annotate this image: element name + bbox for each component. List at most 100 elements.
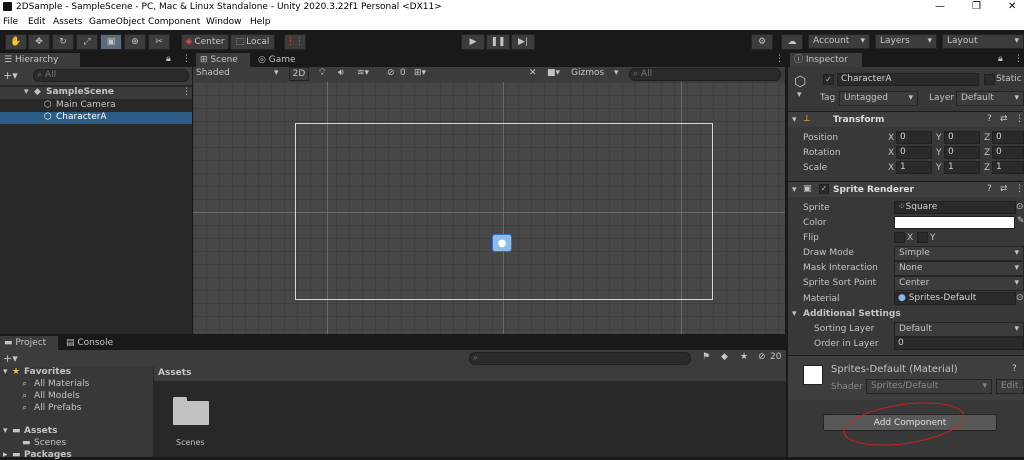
menu-window[interactable]: Window (206, 17, 242, 27)
object-name-input[interactable]: CharacterA (837, 73, 979, 86)
favorite-icon[interactable]: ★ (740, 352, 748, 362)
scale-x-field[interactable]: 1 (896, 161, 932, 174)
account-dropdown[interactable]: Account ▾ (808, 34, 870, 49)
rotation-y-field[interactable]: 0 (944, 146, 980, 159)
position-y-field[interactable]: 0 (944, 131, 980, 144)
shader-dropdown[interactable]: Sprites/Default ▾ (866, 379, 992, 394)
list-item-selected[interactable]: ⬡ CharacterA (0, 112, 192, 124)
grid-settings-icon[interactable]: ⊞▾ (414, 68, 426, 78)
menu-assets[interactable]: Assets (53, 17, 82, 27)
grid-snap-icon[interactable]: ⋮⋮ (284, 34, 306, 50)
hidden-packages-icon[interactable]: ⊘ (758, 352, 766, 362)
layout-dropdown[interactable]: Layout ▾ (942, 34, 1024, 49)
lighting-icon[interactable]: 💡︎ (319, 68, 325, 78)
camera-gizmo-icon[interactable]: ● (492, 234, 512, 252)
scene-viewport[interactable]: ● (193, 82, 785, 334)
gizmos-dropdown[interactable]: Gizmos ▾ (571, 68, 623, 78)
draw-mode-dropdown[interactable]: Simple ▾ (894, 246, 1024, 261)
filter-label-icon[interactable]: ◆ (721, 352, 728, 362)
tab-console[interactable]: ▤ Console (62, 336, 120, 350)
pause-button[interactable]: ❚❚ (486, 34, 510, 50)
filter-type-icon[interactable]: ⚑ (702, 352, 710, 362)
favorites-label[interactable]: Favorites (24, 367, 71, 377)
sort-point-dropdown[interactable]: Center ▾ (894, 276, 1024, 291)
color-swatch[interactable] (894, 216, 1015, 229)
mask-interaction-dropdown[interactable]: None ▾ (894, 261, 1024, 276)
project-search-input[interactable]: ⌕ (469, 352, 691, 365)
maximize-button[interactable]: ❐ (972, 1, 981, 12)
help-icon[interactable]: ? (987, 184, 992, 194)
rotation-z-field[interactable]: 0 (992, 146, 1024, 159)
sorting-layer-dropdown[interactable]: Default ▾ (894, 322, 1024, 337)
move-tool-icon[interactable]: ✥ (28, 34, 50, 50)
scale-tool-icon[interactable]: ⤢ (76, 34, 98, 50)
collab-icon[interactable]: ⚙ (751, 34, 773, 50)
menu-gameobject[interactable]: GameObject (89, 17, 145, 27)
preset-icon[interactable]: ⇄ (1000, 184, 1008, 194)
order-in-layer-field[interactable]: 0 (894, 337, 1024, 350)
tab-project[interactable]: ▬ Project (0, 336, 58, 350)
material-field[interactable]: ● Sprites-Default (894, 292, 1016, 305)
menu-component[interactable]: Component (148, 17, 200, 27)
tab-hierarchy[interactable]: ☰ Hierarchy (0, 53, 80, 67)
audio-icon[interactable]: 🔊︎ (338, 68, 344, 78)
shading-dropdown[interactable]: Shaded ▾ (196, 68, 281, 78)
expand-arrow-icon[interactable]: ▾ (792, 309, 797, 319)
hierarchy-search-input[interactable]: ⌕ All (33, 69, 189, 82)
rect-tool-icon[interactable]: ▣ (100, 34, 122, 50)
shader-edit-button[interactable]: Edit... (996, 379, 1024, 394)
scale-y-field[interactable]: 1 (944, 161, 980, 174)
static-checkbox[interactable] (984, 74, 995, 85)
transform-header[interactable]: ▾ ⊥ Transform ? ⇄ ⋮ (788, 111, 1024, 127)
help-icon[interactable]: ? (987, 114, 992, 124)
menu-edit[interactable]: Edit (28, 17, 45, 27)
asset-label[interactable]: Scenes (176, 438, 205, 447)
tree-item-assets[interactable]: Assets (24, 426, 57, 436)
play-button[interactable]: ▶ (461, 34, 485, 50)
position-z-field[interactable]: 0 (992, 131, 1024, 144)
flip-y-checkbox[interactable] (917, 232, 928, 243)
tree-item-all-models[interactable]: All Models (34, 391, 80, 401)
sprite-renderer-header[interactable]: ▾ ▣ ✓ Sprite Renderer ? ⇄ ⋮ (788, 181, 1024, 197)
menu-help[interactable]: Help (250, 17, 271, 27)
kebab-menu-icon[interactable]: ⋮ (182, 87, 191, 97)
kebab-menu-icon[interactable]: ⋮ (1015, 114, 1024, 124)
pivot-local-button[interactable]: ⬚ Local (230, 34, 275, 50)
scene-search-input[interactable]: ⌕ All (629, 68, 781, 81)
expand-arrow-icon[interactable]: ▸ (3, 450, 8, 460)
object-picker-icon[interactable]: ⊙ (1016, 202, 1024, 212)
rotation-x-field[interactable]: 0 (896, 146, 932, 159)
sprite-field[interactable]: ⁘Square (894, 201, 1016, 214)
hand-tool-icon[interactable]: ✋ (5, 34, 27, 50)
tab-game[interactable]: ◎ Game (254, 53, 304, 67)
kebab-menu-icon[interactable]: ⋮ (182, 54, 191, 64)
rotate-tool-icon[interactable]: ↻ (52, 34, 74, 50)
help-icon[interactable]: ? (1012, 364, 1017, 374)
minimize-button[interactable]: — (935, 1, 945, 12)
mode-2d-button[interactable]: 2D (289, 67, 309, 81)
tag-dropdown[interactable]: Untagged ▾ (839, 91, 918, 106)
tools-icon[interactable]: ✕ (529, 68, 537, 78)
tree-item-scenes[interactable]: Scenes (34, 438, 66, 448)
expand-arrow-icon[interactable]: ▾ (3, 426, 8, 436)
layers-dropdown[interactable]: Layers ▾ (875, 34, 937, 49)
tree-item-packages[interactable]: Packages (24, 450, 72, 460)
cloud-icon[interactable]: ☁ (781, 34, 803, 50)
expand-arrow-icon[interactable]: ▾ (24, 87, 29, 97)
custom-tool-icon[interactable]: ✂ (148, 34, 170, 50)
expand-arrow-icon[interactable]: ▾ (3, 367, 8, 377)
lock-icon[interactable]: 🔒︎ (166, 54, 171, 64)
active-checkbox[interactable]: ✓ (823, 74, 834, 85)
transform-tool-icon[interactable]: ⊕ (124, 34, 146, 50)
kebab-menu-icon[interactable]: ⋮ (1015, 184, 1024, 194)
folder-icon[interactable] (173, 397, 209, 425)
effects-icon[interactable]: ≋▾ (357, 68, 369, 78)
kebab-menu-icon[interactable]: ⋮ (775, 54, 784, 64)
close-button[interactable]: ✕ (1008, 1, 1016, 12)
lock-icon[interactable]: 🔒︎ (998, 54, 1003, 64)
create-button[interactable]: +▾ (3, 352, 18, 365)
tree-item-all-prefabs[interactable]: All Prefabs (34, 403, 81, 413)
preset-icon[interactable]: ⇄ (1000, 114, 1008, 124)
visibility-icon[interactable]: ⊘ (387, 68, 395, 78)
flip-x-checkbox[interactable] (894, 232, 905, 243)
